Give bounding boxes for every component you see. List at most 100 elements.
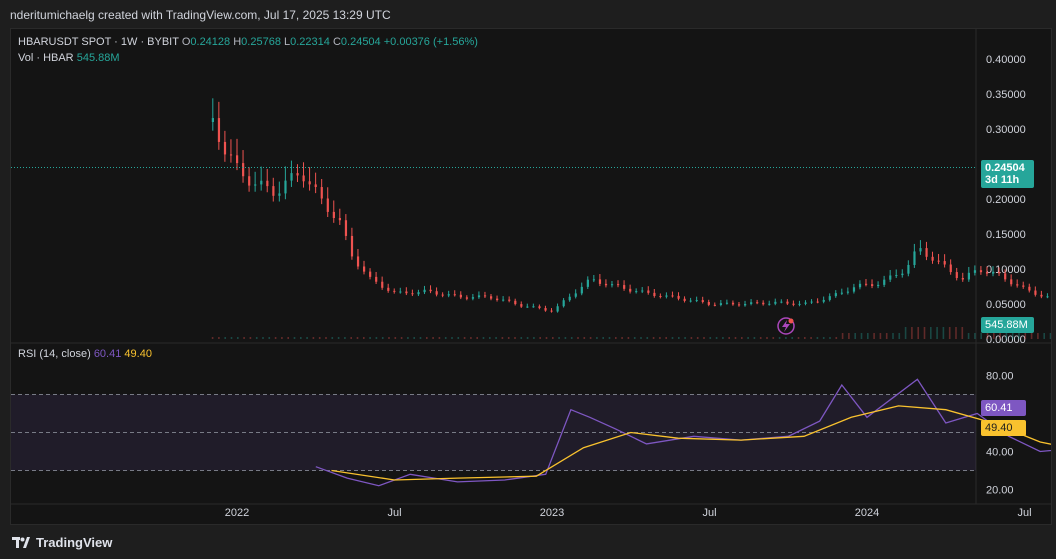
volume-bar — [262, 337, 264, 339]
lightning-icon[interactable] — [776, 316, 796, 336]
tradingview-brand[interactable]: TradingView — [12, 535, 112, 550]
candle-body — [568, 296, 571, 301]
candle-body — [447, 294, 450, 296]
candle-body — [623, 285, 626, 289]
volume-bar — [381, 337, 384, 339]
price-tick-label: 0.35000 — [986, 89, 1026, 101]
volume-bar — [489, 337, 491, 339]
symbol-label: HBARUSDT SPOT · 1W · BYBIT — [18, 36, 179, 48]
candle-body — [991, 272, 995, 274]
candle-body — [471, 297, 475, 299]
chart-canvas[interactable]: 0.400000.350000.300000.250000.200000.150… — [11, 29, 1051, 524]
candle-body — [235, 155, 239, 164]
high-label: H — [233, 36, 242, 48]
candle-body — [477, 295, 481, 298]
candle-body — [1034, 290, 1037, 295]
rsi-tag: 60.41 — [981, 400, 1026, 416]
candle-body — [731, 302, 735, 305]
candle-body — [931, 256, 934, 261]
rsi-tick-label: 20.00 — [986, 485, 1014, 497]
candle-body — [290, 173, 293, 181]
candle-body — [435, 291, 438, 295]
volume-bar — [703, 337, 705, 339]
candle-body — [695, 300, 698, 302]
candle-body — [834, 293, 837, 297]
volume-bar — [804, 337, 806, 339]
candle-body — [719, 303, 723, 305]
volume-bar — [684, 337, 686, 339]
candle-body — [369, 271, 372, 277]
candle-body — [308, 181, 311, 185]
volume-bar — [822, 337, 825, 339]
volume-bar — [627, 337, 630, 339]
candle-body — [1016, 284, 1019, 286]
volume-legend[interactable]: Vol · HBAR 545.88M — [18, 52, 120, 64]
candle-body — [671, 295, 674, 297]
volume-bar — [885, 333, 888, 339]
volume-bar — [652, 337, 655, 339]
chart-panel[interactable]: 0.400000.350000.300000.250000.200000.150… — [10, 28, 1052, 525]
open-value: 0.24128 — [190, 36, 231, 48]
volume-bar — [602, 337, 604, 339]
candle-body — [665, 295, 668, 297]
candle-body — [314, 184, 317, 188]
volume-bar — [961, 327, 964, 339]
volume-bar — [715, 337, 718, 339]
candle-body — [768, 303, 771, 305]
volume-bar — [797, 337, 800, 339]
candle-body — [798, 303, 801, 305]
last-price-tag: 0.24504 3d 11h — [981, 160, 1034, 188]
volume-bar — [514, 337, 516, 339]
volume-bar — [312, 337, 315, 339]
volume-bar — [759, 337, 762, 339]
candle-body — [943, 261, 946, 265]
volume-bar — [860, 333, 863, 339]
candle-body — [598, 279, 602, 284]
candle-body — [792, 303, 795, 305]
price-tick-label: 0.40000 — [986, 54, 1026, 66]
symbol-legend[interactable]: HBARUSDT SPOT · 1W · BYBIT O0.24128 H0.2… — [18, 36, 478, 48]
candle-body — [399, 291, 402, 293]
candle-body — [453, 294, 456, 296]
high-value: 0.25768 — [241, 36, 281, 48]
candle-body — [387, 287, 390, 291]
volume-bar — [936, 327, 938, 339]
candle-body — [786, 301, 789, 304]
volume-bar — [564, 337, 567, 339]
candle-body — [629, 288, 632, 292]
candle-body — [326, 198, 329, 212]
price-tick-label: 0.20000 — [986, 194, 1026, 206]
candle-body — [393, 290, 396, 292]
volume-bar — [904, 327, 907, 339]
volume-bar — [942, 327, 945, 339]
volume-bar — [917, 327, 919, 339]
candle-body — [937, 260, 940, 262]
volume-bar — [255, 337, 258, 339]
volume-bar — [753, 337, 756, 339]
volume-bar — [274, 337, 277, 339]
candle-body — [641, 290, 644, 292]
volume-bar — [237, 337, 239, 339]
candle-body — [967, 272, 970, 280]
volume-bar — [268, 337, 271, 339]
volume-bar — [325, 337, 327, 339]
candle-body — [762, 302, 765, 305]
x-tick-label: Jul — [1017, 507, 1031, 519]
candle-body — [278, 193, 281, 196]
candle-body — [266, 180, 269, 187]
volume-bar — [400, 337, 403, 339]
volume-bar — [835, 337, 838, 339]
volume-bar — [344, 337, 346, 339]
candle-body — [229, 154, 233, 156]
volume-bar — [287, 337, 289, 339]
rsi-legend[interactable]: RSI (14, close) 60.41 49.40 — [18, 348, 152, 360]
volume-bar — [470, 337, 472, 339]
credit-text: nderitumichaelg created with TradingView… — [10, 8, 391, 22]
candle-body — [375, 276, 378, 282]
volume-bar — [778, 337, 781, 339]
volume-bar — [646, 337, 649, 339]
candle-body — [405, 291, 408, 294]
candle-body — [508, 299, 511, 301]
volume-bar — [526, 337, 529, 339]
volume-bar — [281, 337, 283, 339]
